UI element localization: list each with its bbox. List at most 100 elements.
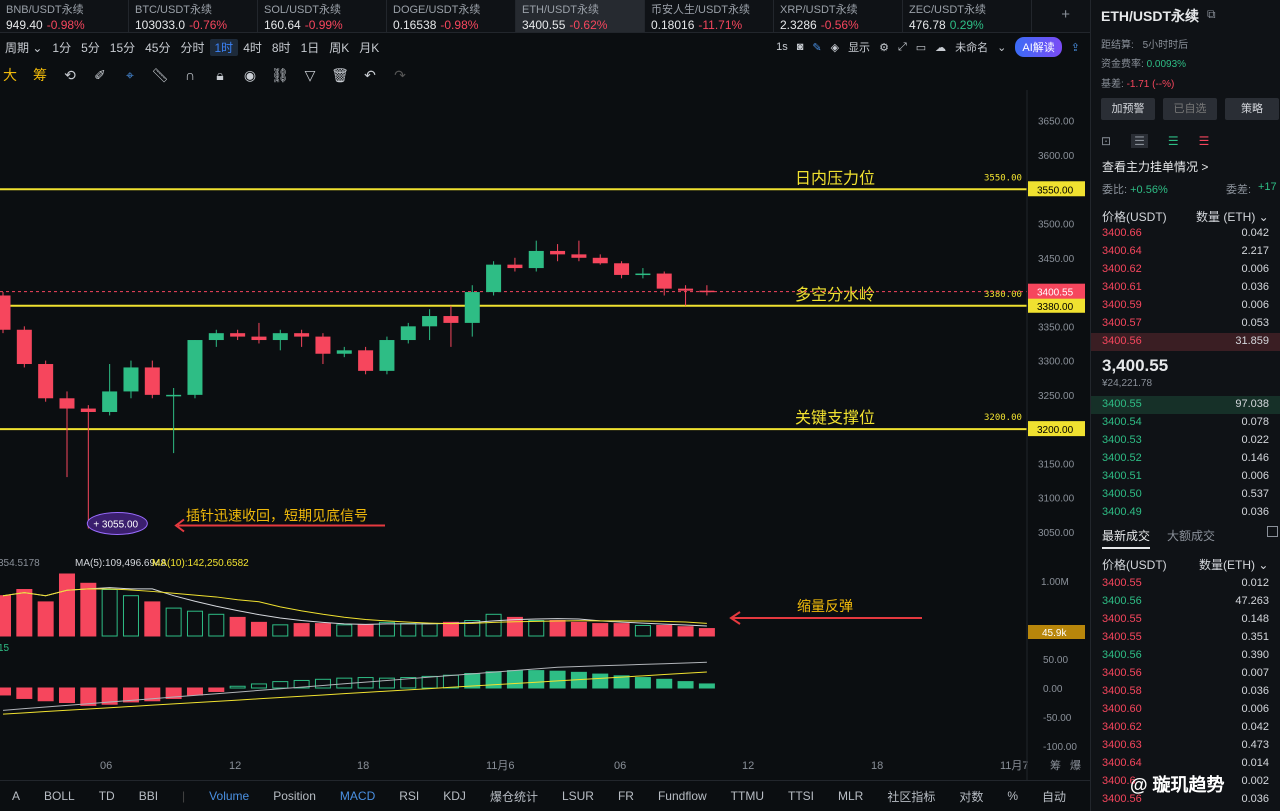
orderbook-row[interactable]: 3400.53 0.022 [1091,432,1280,450]
candle-body[interactable] [507,264,523,269]
candle-body[interactable] [38,364,54,399]
camera-icon[interactable]: ◙ [797,41,804,53]
candle-body[interactable] [635,273,651,276]
period-item[interactable]: 8时 [267,39,296,56]
tab-large-trades[interactable]: 大额成交 [1167,527,1215,544]
indicator-item[interactable]: Position [261,789,328,803]
orderbook-row[interactable]: 3400.50 0.537 [1091,486,1280,504]
orderbook-row[interactable]: 3400.55 97.038 [1091,396,1280,414]
price-chart[interactable]: 3650.00 3600.00 3550.00 3500.00 3450.00 3400.… [0,90,1090,780]
candle-body[interactable] [294,333,310,337]
chevron-down-icon[interactable]: ⌄ [997,41,1006,54]
candle-body[interactable] [486,264,502,293]
orderbook-row[interactable]: 3400.49 0.036 [1091,504,1280,522]
indicator-item[interactable]: TTMU [719,789,776,803]
candle-body[interactable] [614,263,630,275]
ticker-tab[interactable]: SOL/USDT永续 160.64 -0.99% [258,0,387,32]
chip-label[interactable]: 筹 [32,67,48,83]
period-item[interactable]: 月K [354,39,384,56]
indicator-item[interactable]: 对数 [947,788,995,805]
period-item[interactable]: 45分 [140,39,175,56]
copy-icon[interactable]: ⧉ [1207,7,1216,22]
share-icon[interactable]: ⇪ [1071,41,1080,54]
ticker-tab[interactable]: BNB/USDT永续 949.40 -0.98% [0,0,129,32]
orderbook-row[interactable]: 3400.61 0.036 [1091,279,1280,297]
display-label[interactable]: 显示 [848,39,870,55]
candle-body[interactable] [592,257,608,264]
ticker-tab[interactable]: 币安人生/USDT永续 0.18016 -11.71% [645,0,774,32]
candle-body[interactable] [336,350,352,354]
candle-body[interactable] [358,350,374,371]
candle-body[interactable] [379,340,395,371]
candle-body[interactable] [59,398,75,409]
indicator-item[interactable]: 社区指标 [875,788,947,805]
candle-body[interactable] [272,333,288,341]
candle-body[interactable] [656,273,672,289]
magnet-icon[interactable]: ∩ [182,67,198,83]
candle-body[interactable] [0,295,11,330]
lock-icon[interactable]: ◈ [831,41,839,54]
orderbook-row[interactable]: 3400.66 0.042 [1091,225,1280,243]
candle-body[interactable] [144,367,160,395]
axis-control[interactable]: 筹 [1050,758,1061,772]
filter-icon[interactable]: ▽ [302,67,318,83]
ai-interpret-button[interactable]: AI解读 [1015,37,1062,57]
candle-body[interactable] [230,333,246,337]
period-item[interactable]: 1时 [209,38,239,56]
period-item[interactable]: 15分 [105,39,140,56]
period-item[interactable]: 4时 [238,39,267,56]
indicator-item[interactable]: KDJ [431,789,478,803]
candle-body[interactable] [315,336,331,354]
big-label[interactable]: 大 [2,67,18,83]
candle-body[interactable] [699,290,715,293]
indicator-item[interactable]: TTSI [776,789,826,803]
orderbook-row[interactable]: 3400.59 0.006 [1091,297,1280,315]
indicator-item[interactable]: TD [87,789,127,803]
candle-body[interactable] [678,288,694,291]
indicator-item[interactable]: 爆仓统计 [478,788,550,805]
ruler-icon[interactable]: 📏︎ [151,67,169,83]
fullscreen-icon[interactable]: ⤢ [898,41,907,54]
indicator-item[interactable]: MLR [826,789,875,803]
tab-latest-trades[interactable]: 最新成交 [1102,527,1151,549]
trades-qty-header[interactable]: 数量(ETH) ⌄ [1199,556,1268,573]
period-item[interactable]: 5分 [76,39,105,56]
orderbook-row[interactable]: 3400.54 0.078 [1091,414,1280,432]
period-item[interactable]: 1日 [296,39,325,56]
period-item[interactable]: 周K [324,39,354,56]
ticker-tab[interactable]: ZEC/USDT永续 476.78 0.29% [903,0,1032,32]
candle-body[interactable] [550,250,566,255]
candle-body[interactable] [208,333,224,341]
indicator-item[interactable]: FR [606,789,646,803]
candle-body[interactable] [443,316,459,323]
candle-body[interactable] [464,292,480,323]
trash-icon[interactable]: 🗑︎ [331,67,349,83]
ticker-tab[interactable]: ETH/USDT永续 3400.55 -0.62% [516,0,645,32]
sync-icon[interactable]: ⟲ [62,67,78,83]
lock-drawing-icon[interactable]: 🔒︎ [212,67,228,83]
checkbox[interactable] [1267,526,1278,537]
indicator-item[interactable]: 自动 [1030,788,1078,805]
unnamed-label[interactable]: 未命名 [955,39,988,55]
period-item[interactable]: 分时 [175,39,209,56]
strategy-button[interactable]: 策略 [1225,98,1279,120]
ticker-tab[interactable]: XRP/USDT永续 2.3286 -0.56% [774,0,903,32]
depth-link[interactable]: 查看主力挂单情况 > [1102,158,1208,175]
gear-icon[interactable]: ⚙ [879,41,889,54]
orderbook-row[interactable]: 3400.62 0.006 [1091,261,1280,279]
view-buy-icon[interactable]: ☰ [1131,134,1148,148]
orderbook-row[interactable]: 3400.52 0.146 [1091,450,1280,468]
add-ticker-icon[interactable]: + [1061,6,1070,23]
period-item[interactable]: 周期 ⌄ [0,39,47,56]
view-list-icon[interactable]: ☰ [1199,134,1210,148]
view-sell-icon[interactable]: ☰ [1168,134,1179,148]
alert-button[interactable]: 加预警 [1101,98,1155,120]
qty-header[interactable]: 数量 (ETH) ⌄ [1196,208,1269,225]
ticker-tab[interactable]: BTC/USDT永续 103033.0 -0.76% [129,0,258,32]
indicator-item[interactable]: Volume [197,789,261,803]
candle-body[interactable] [102,391,118,412]
redo-icon[interactable]: ↷ [392,67,408,83]
indicator-item[interactable]: RSI [387,789,431,803]
candle-body[interactable] [166,394,182,397]
candle-body[interactable] [528,250,544,269]
